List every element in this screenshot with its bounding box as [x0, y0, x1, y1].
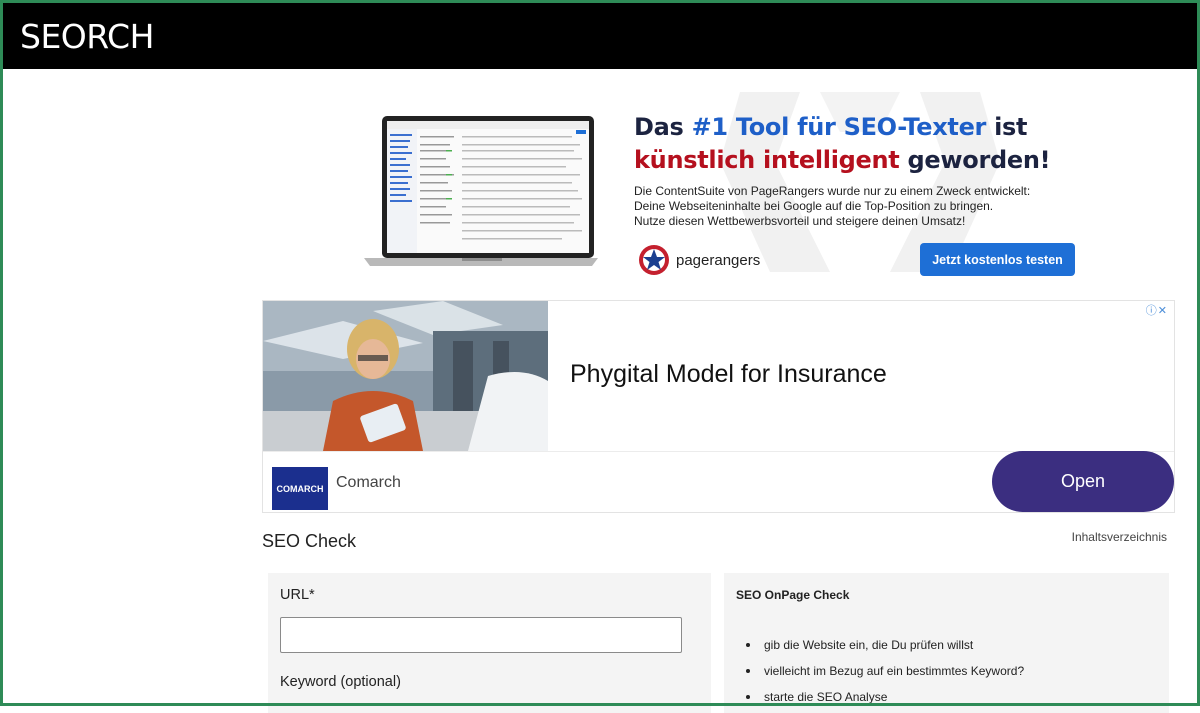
info-title: SEO OnPage Check	[736, 588, 850, 602]
list-item: gib die Website ein, die Du prüfen wills…	[745, 632, 1024, 658]
seo-check-form: URL* Keyword (optional)	[268, 573, 711, 713]
site-logo[interactable]: SEORCH	[20, 17, 154, 56]
banner-headline: Das #1 Tool für SEO-Texter ist künstlich…	[634, 113, 1051, 174]
pagerangers-star-icon	[639, 245, 669, 275]
try-free-button[interactable]: Jetzt kostenlos testen	[920, 243, 1075, 276]
info-list: gib die Website ein, die Du prüfen wills…	[745, 632, 1024, 710]
laptop-screenshot-image	[364, 116, 598, 266]
keyword-label: Keyword (optional)	[280, 674, 401, 690]
site-header: SEORCH	[3, 3, 1197, 69]
ad-open-button[interactable]: Open	[992, 451, 1174, 512]
ad-choices-icons[interactable]: ⓘ✕	[1146, 302, 1168, 318]
comarch-display-ad[interactable]: ⓘ✕ Phygital Model for Insurance COMARCH …	[262, 300, 1175, 513]
list-item: starte die SEO Analyse	[745, 684, 1024, 710]
ad-headline: Phygital Model for Insurance	[570, 360, 887, 388]
comarch-logo: COMARCH	[272, 467, 328, 510]
ad-photo-woman-with-tablet	[263, 301, 548, 451]
url-label: URL*	[280, 587, 315, 603]
url-input[interactable]	[280, 617, 682, 653]
list-item: vielleicht im Bezug auf ein bestimmtes K…	[745, 658, 1024, 684]
pagerangers-logo: pagerangers	[638, 244, 760, 276]
pagerangers-banner-ad[interactable]: Das #1 Tool für SEO-Texter ist künstlich…	[350, 92, 1080, 290]
banner-body-text: Die ContentSuite von PageRangers wurde n…	[634, 184, 1031, 228]
section-title: SEO Check	[262, 531, 357, 551]
ad-brand-name: Comarch	[336, 474, 401, 491]
table-of-contents-link[interactable]: Inhaltsverzeichnis	[1072, 530, 1167, 544]
seo-onpage-info: SEO OnPage Check gib die Website ein, di…	[724, 573, 1169, 713]
